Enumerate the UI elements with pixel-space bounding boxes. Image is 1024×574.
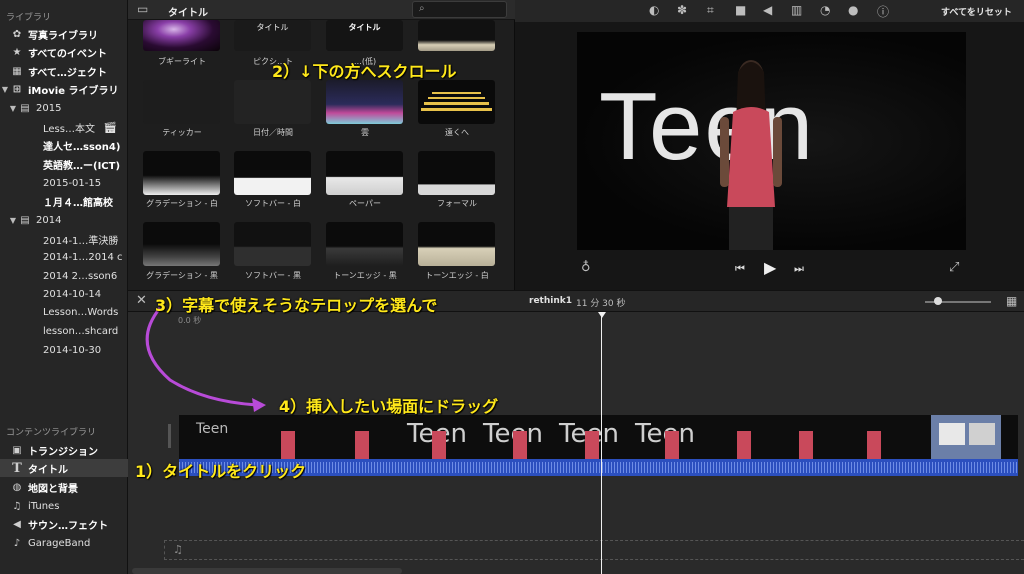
annotation-step2: 2）↓下の方へスクロール xyxy=(272,62,457,81)
annotation-step4: 4）挿入したい場面にドラッグ xyxy=(279,397,499,416)
annotation-arrow xyxy=(145,307,266,412)
annotation-step1: 1）タイトルをクリック xyxy=(135,462,307,481)
annotation-step3: 3）字幕で使えそうなテロップを選んで xyxy=(155,296,438,315)
